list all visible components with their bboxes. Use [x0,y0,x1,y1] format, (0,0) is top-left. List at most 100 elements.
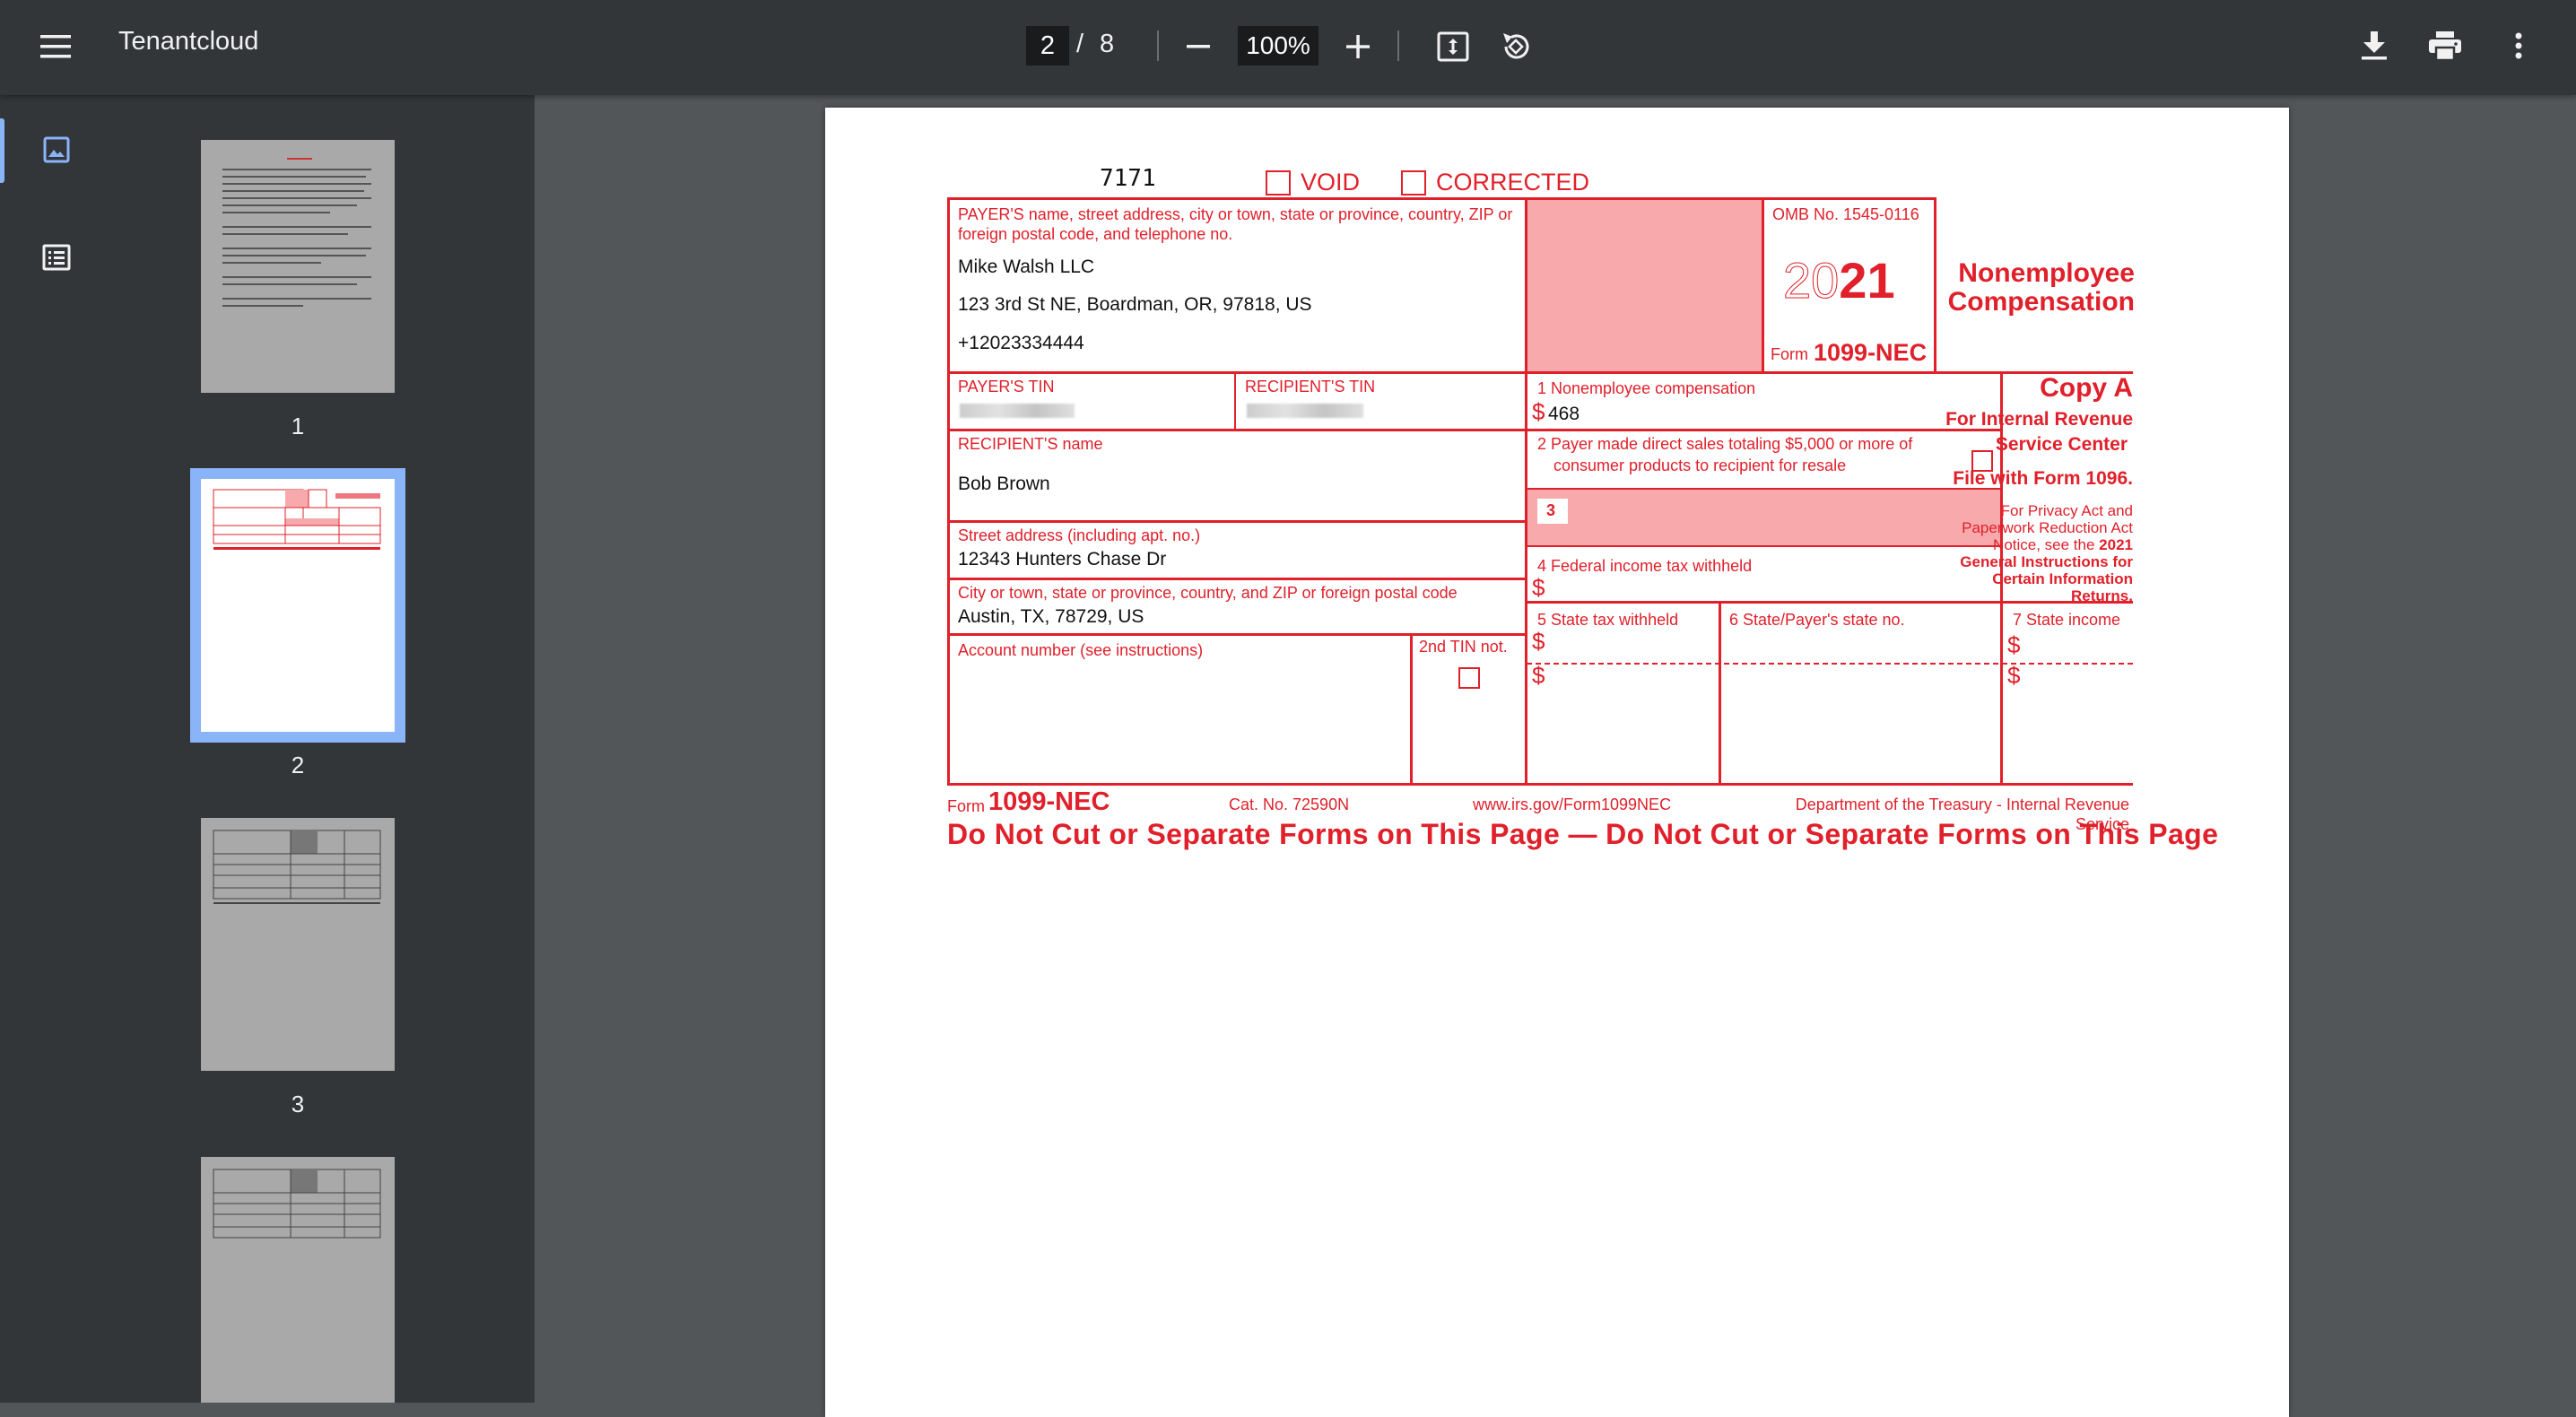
thumb-text [222,190,364,192]
form-title-line1: Nonemployee [1958,258,2135,288]
total-pages: 8 [1100,30,1115,58]
box4-dollar: $ [1532,574,1545,601]
form-title-line2: Compensation [1947,287,2135,317]
thumbnail-page-number: 3 [291,1091,305,1117]
zoom-level-input[interactable]: 100% [1238,26,1318,65]
year-light: 20 [1782,252,1840,309]
thumb-text [222,255,366,256]
thumbnail-page-number: 2 [291,752,305,778]
recipient-name: Bob Brown [958,474,1050,494]
thumbnail-page-number: 1 [291,413,305,439]
outline-icon[interactable] [36,237,77,278]
omb-number: OMB No. 1545-0116 [1772,205,1919,223]
thumbnail-image [201,818,395,1071]
void-checkbox[interactable] [1266,170,1291,196]
privacy-line3: Notice, see the 2021 [1928,536,2133,553]
do-not-cut-banner: Do Not Cut or Separate Forms on This Pag… [947,818,2219,850]
privacy-line3-text: Notice, see the [1993,536,2100,553]
border [1719,601,1721,786]
thumbnails-icon[interactable] [36,129,77,170]
box7-label: 7 State income [2013,611,2121,629]
second-tin-checkbox[interactable] [1458,667,1480,689]
payer-label: PAYER'S name, street address, city or to… [958,205,1513,243]
divider [1397,30,1399,61]
thumb-text [222,283,357,285]
form-name: 1099-NEC [1814,339,1928,366]
corrected-label: CORRECTED [1436,169,1590,196]
street-label: Street address (including apt. no.) [958,526,1201,544]
border [947,429,2002,431]
privacy-line2: Paperwork Reduction Act [1962,519,2133,536]
zoom-in-icon[interactable] [1340,29,1376,65]
footer-url: www.irs.gov/Form1099NEC [1473,795,1672,813]
thumb-text [222,169,371,170]
border [947,783,2133,786]
border [1234,371,1236,430]
payer-tin-redacted [960,404,1075,418]
privacy-line6: Returns. [2071,587,2133,604]
box2-label-line2: consumer products to recipient for resal… [1553,456,1847,474]
box2-checkbox[interactable] [1971,450,1993,472]
privacy-line4: General Instructions for [1960,553,2133,570]
box7-dollar-2: $ [2007,662,2021,689]
thumb-text [222,212,330,213]
border [1410,635,1413,786]
current-page-input[interactable]: 2 [1026,26,1069,65]
payer-address: 123 3rd St NE, Boardman, OR, 97818, US [958,294,1312,315]
thumb-text [222,197,371,199]
form-code: 7171 [1100,165,1156,192]
box1-dollar: $ [1532,398,1545,425]
privacy-line5: Certain Information [1992,570,2133,587]
border [1525,197,1527,786]
print-icon[interactable] [2425,27,2465,65]
year-bold: 21 [1839,252,1895,309]
fit-page-icon[interactable] [1433,27,1473,66]
box5-dollar-1: $ [1532,628,1545,655]
copy-a: Copy A [2040,373,2133,403]
border [947,578,1527,580]
thumb-text [222,305,303,307]
more-vert-icon[interactable] [2501,27,2537,65]
page-separator: / [1076,30,1084,58]
box2-label-line1: 2 Payer made direct sales totaling $5,00… [1537,435,1913,453]
box5-dollar-2: $ [1532,662,1545,689]
rotate-icon[interactable] [1496,27,1536,66]
footer-cat-no: Cat. No. 72590N [1229,795,1350,813]
zoom-out-icon[interactable] [1180,29,1216,65]
recipient-tin-label: RECIPIENT'S TIN [1245,378,1376,396]
thumb-text [222,276,371,278]
border [947,197,1936,200]
document-viewer[interactable]: 7171 VOID CORRECTED PAYER'S name, street… [535,95,2576,1417]
void-label: VOID [1301,169,1361,196]
box1-label: 1 Nonemployee compensation [1537,379,1756,397]
document-title: Tenantcloud [118,27,259,56]
copy-irs-line1: For Internal Revenue [1945,409,2133,430]
dashed-divider [1527,663,2133,665]
payer-phone: +12023334444 [958,333,1084,353]
menu-icon[interactable] [36,29,75,65]
border [947,197,950,786]
pdf-page: 7171 VOID CORRECTED PAYER'S name, street… [825,108,2289,1417]
box7-dollar-1: $ [2007,631,2021,658]
second-tin-label: 2nd TIN not. [1419,638,1508,656]
recipient-name-label: RECIPIENT'S name [958,435,1103,453]
privacy-year: 2021 [2099,536,2133,553]
box1-value: 468 [1548,404,1580,424]
corrected-checkbox[interactable] [1401,170,1426,196]
thumb-text [222,183,371,185]
thumbnail-form-preview [213,830,381,904]
sidebar-rail [0,95,108,1403]
copy-irs-line2: Service Center [1995,434,2128,455]
border [947,633,1527,636]
tax-year: 2021 [1782,251,1895,309]
box3-label: 3 [1537,499,1568,524]
file-with-1096: File with Form 1096. [1953,468,2133,489]
box6-label: 6 State/Payer's state no. [1729,611,1905,629]
thumb-text [222,226,371,228]
recipient-tin-redacted [1247,404,1363,418]
thumbnail-image [190,468,405,743]
thumbnail-image [201,140,395,393]
download-icon[interactable] [2355,27,2393,65]
payer-tin-label: PAYER'S TIN [958,378,1055,396]
account-number-label: Account number (see instructions) [958,641,1204,659]
